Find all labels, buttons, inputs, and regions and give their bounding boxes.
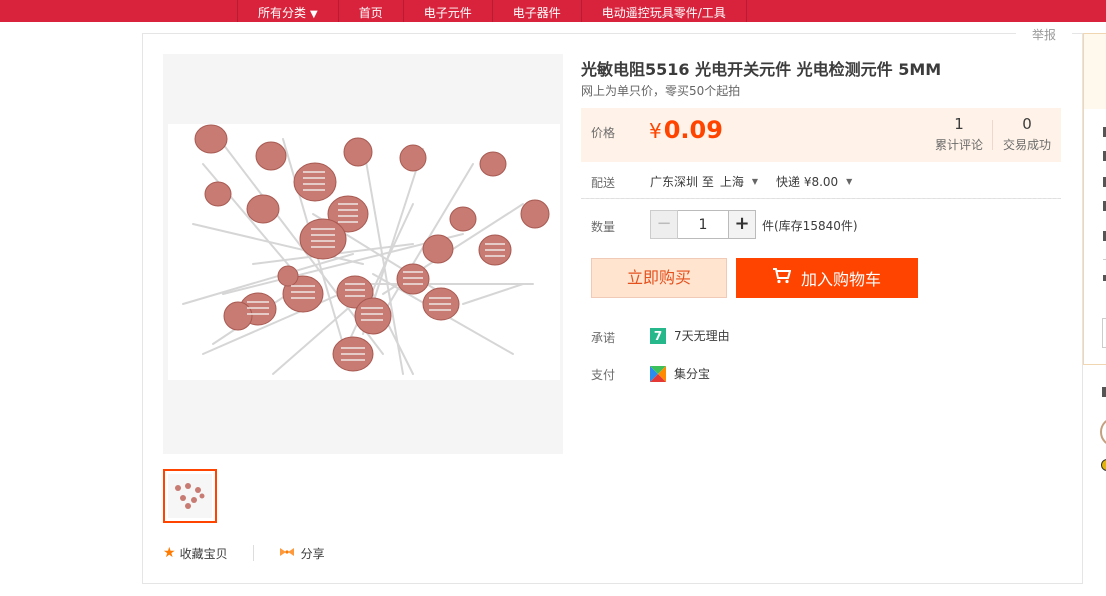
shop-badge-icon <box>1101 459 1106 471</box>
sidebar-glyph <box>1102 387 1106 397</box>
payment-text: 集分宝 <box>674 367 711 381</box>
deal-count-value: 0 <box>1022 115 1032 133</box>
stat-divider <box>992 120 993 150</box>
favorite-button[interactable]: ★ 收藏宝贝 <box>163 545 228 562</box>
price-amount: 0.09 <box>663 116 723 144</box>
share-label: 分享 <box>300 546 325 561</box>
nav-electronic-devices[interactable]: 电子器件 <box>493 0 582 22</box>
add-to-cart-button[interactable]: 加入购物车 <box>736 258 918 298</box>
main-product-image[interactable] <box>163 54 563 454</box>
increase-quantity-button[interactable]: + <box>728 210 756 239</box>
thumbnail-photo <box>168 474 212 518</box>
review-count[interactable]: 1 累计评论 <box>935 116 983 153</box>
favorite-label: 收藏宝贝 <box>179 546 228 561</box>
shipping-destination[interactable]: 上海 <box>720 173 744 190</box>
shipping-label: 配送 <box>591 176 616 190</box>
deal-count-label: 交易成功 <box>1002 138 1051 152</box>
quantity-label: 数量 <box>591 220 616 234</box>
shop-header-box <box>1083 33 1106 109</box>
nav-home[interactable]: 首页 <box>339 0 404 22</box>
review-count-value: 1 <box>954 115 964 133</box>
nav-all-categories-label: 所有分类 <box>258 6 307 20</box>
price-value: ¥0.09 <box>649 116 723 144</box>
quantity-input[interactable] <box>678 210 728 239</box>
price-panel: 价格 ¥0.09 1 累计评论 0 交易成功 <box>581 108 1061 162</box>
shipping-from: 广东深圳 至 <box>650 175 714 189</box>
top-nav: 所有分类 ▼ 首页 电子元件 电子器件 电动遥控玩具零件/工具 <box>0 0 1106 22</box>
shop-avatar[interactable] <box>1100 417 1106 447</box>
promise-text: 7天无理由 <box>674 329 730 343</box>
currency-symbol: ¥ <box>649 119 662 143</box>
nav-list: 所有分类 ▼ 首页 电子元件 电子器件 电动遥控玩具零件/工具 <box>237 0 747 22</box>
shipping-info: 广东深圳 至 上海 ▼ 快递 ¥8.00 ▼ <box>650 173 852 190</box>
actions-divider <box>252 545 254 561</box>
nav-rc-toy-parts[interactable]: 电动遥控玩具零件/工具 <box>582 0 747 22</box>
quantity-stepper: − + <box>650 210 756 239</box>
shipping-method[interactable]: 快递 ¥8.00 <box>776 173 838 190</box>
star-icon: ★ <box>163 545 176 561</box>
payment-label: 支付 <box>591 368 616 382</box>
stock-info: 件(库存15840件) <box>762 219 858 233</box>
section-divider <box>581 198 1061 199</box>
photoresistor-image <box>163 54 563 454</box>
dropdown-arrow-icon[interactable]: ▼ <box>846 177 852 186</box>
price-label: 价格 <box>591 126 616 140</box>
sidebar-fold <box>1102 318 1106 348</box>
payment-info[interactable]: 集分宝 <box>650 365 710 382</box>
add-to-cart-label: 加入购物车 <box>800 270 881 289</box>
nav-electronic-components[interactable]: 电子元件 <box>404 0 493 22</box>
share-button[interactable]: 分享 <box>279 545 325 562</box>
seven-day-icon: 7 <box>650 327 666 344</box>
review-count-label: 累计评论 <box>935 138 984 152</box>
product-title: 光敏电阻5516 光电开关元件 光电检测元件 5MM <box>581 60 942 79</box>
deal-count: 0 交易成功 <box>1001 116 1053 153</box>
shop-sidebar <box>1083 33 1106 584</box>
item-actions: ★ 收藏宝贝 分享 <box>163 544 325 562</box>
cart-icon <box>772 268 792 288</box>
share-icon <box>279 546 295 561</box>
nav-all-categories[interactable]: 所有分类 ▼ <box>237 0 339 22</box>
dropdown-arrow-icon[interactable]: ▼ <box>752 177 758 186</box>
decrease-quantity-button[interactable]: − <box>650 210 678 239</box>
promise-info[interactable]: 7 7天无理由 <box>650 327 730 344</box>
buy-now-button[interactable]: 立即购买 <box>591 258 727 298</box>
promise-label: 承诺 <box>591 331 616 345</box>
product-subtitle: 网上为单只价，零买50个起拍 <box>581 84 741 98</box>
thumbnail-image <box>168 474 212 518</box>
thumbnail-1[interactable] <box>163 469 217 523</box>
jifenbao-icon <box>650 365 666 382</box>
dropdown-arrow-icon: ▼ <box>310 9 318 20</box>
report-link[interactable]: 举报 <box>1016 27 1072 43</box>
